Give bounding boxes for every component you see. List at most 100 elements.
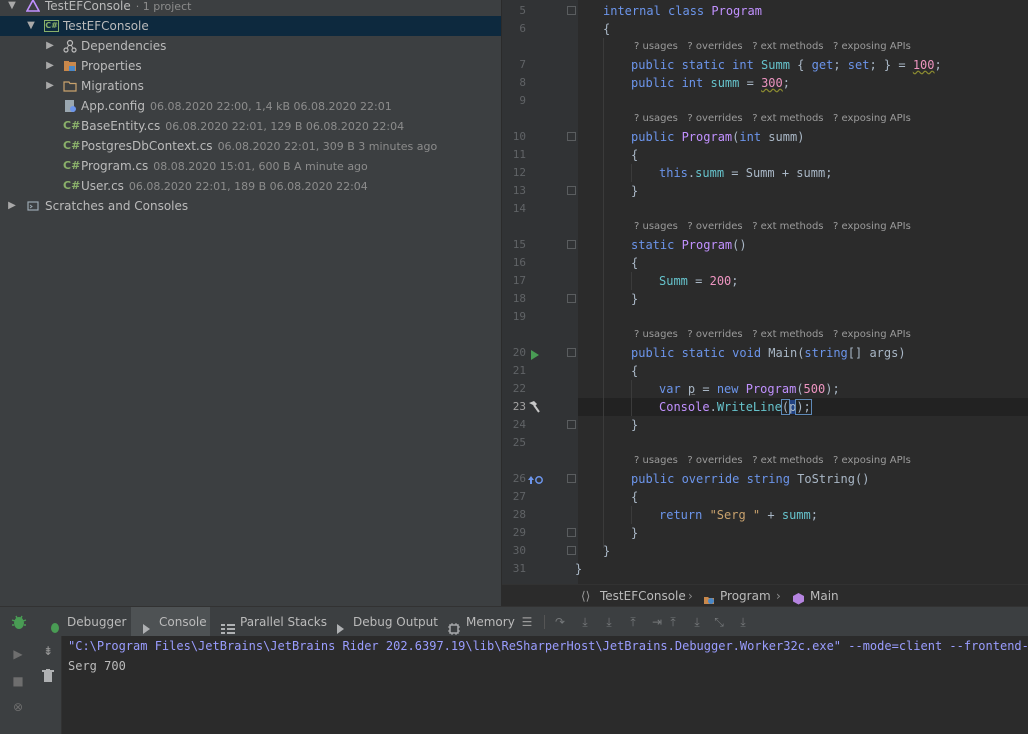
tree-row-dependencies[interactable]: ▶ Dependencies bbox=[0, 36, 501, 56]
code-line[interactable]: Console.WriteLine(p); bbox=[659, 398, 812, 416]
usages-hint[interactable]: ? usages bbox=[634, 329, 678, 340]
chevron-right-icon[interactable]: ▶ bbox=[44, 76, 56, 96]
set-next-statement-icon[interactable]: ⤒ bbox=[666, 615, 680, 629]
tree-row-project[interactable]: ▼ C# TestEFConsole bbox=[0, 16, 501, 36]
code-line[interactable]: { bbox=[603, 20, 610, 38]
exposing-apis-hint[interactable]: ? exposing APIs bbox=[833, 329, 911, 340]
code-line[interactable]: Summ = 200; bbox=[659, 272, 739, 290]
chevron-down-icon[interactable]: ▼ bbox=[6, 0, 18, 16]
breadcrumb-method[interactable]: Main bbox=[810, 585, 839, 607]
exposing-apis-hint[interactable]: ? exposing APIs bbox=[833, 41, 911, 52]
tree-row-file[interactable]: C# BaseEntity.cs 06.08.2020 22:01, 129 B … bbox=[0, 116, 501, 136]
ext-methods-hint[interactable]: ? ext methods bbox=[752, 329, 823, 340]
fold-marker-icon[interactable] bbox=[567, 186, 576, 195]
code-line[interactable]: } bbox=[603, 542, 610, 560]
fold-marker-icon[interactable] bbox=[567, 240, 576, 249]
menu-icon[interactable]: ☰ bbox=[520, 615, 534, 629]
tab-debugger[interactable]: Debugger bbox=[40, 607, 128, 637]
tab-console[interactable]: Console bbox=[131, 607, 210, 637]
step-back-icon[interactable]: ⤓ bbox=[690, 615, 704, 629]
exposing-apis-hint[interactable]: ? exposing APIs bbox=[833, 221, 911, 232]
fold-marker-icon[interactable] bbox=[567, 6, 576, 15]
tab-debug-output[interactable]: Debug Output bbox=[328, 607, 438, 637]
code-line[interactable]: } bbox=[631, 290, 638, 308]
soft-wrap-icon[interactable]: ⇟ bbox=[40, 643, 56, 659]
tab-parallel-stacks[interactable]: Parallel Stacks bbox=[214, 607, 327, 637]
chevron-right-icon[interactable]: ▶ bbox=[6, 196, 18, 216]
code-line[interactable]: public int summ = 300; bbox=[631, 74, 790, 92]
fold-marker-icon[interactable] bbox=[567, 132, 576, 141]
exposing-apis-hint[interactable]: ? exposing APIs bbox=[833, 455, 911, 466]
fold-marker-icon[interactable] bbox=[567, 420, 576, 429]
chevron-down-icon[interactable]: ▼ bbox=[25, 16, 37, 36]
code-line[interactable]: public Program(int summ) bbox=[631, 128, 804, 146]
usages-hint[interactable]: ? usages bbox=[634, 113, 678, 124]
fold-marker-icon[interactable] bbox=[567, 348, 576, 357]
breadcrumb-class[interactable]: Program bbox=[720, 585, 771, 607]
code-line[interactable]: public static int Summ { get; set; } = 1… bbox=[631, 56, 942, 74]
overrides-hint[interactable]: ? overrides bbox=[687, 221, 742, 232]
fold-marker-icon[interactable] bbox=[567, 528, 576, 537]
chevron-right-icon[interactable]: ▶ bbox=[44, 56, 56, 76]
tree-row-file[interactable]: C# Program.cs 08.08.2020 15:01, 600 B A m… bbox=[0, 156, 501, 176]
close-icon[interactable]: ⊗ bbox=[10, 699, 26, 715]
fold-marker-icon[interactable] bbox=[567, 474, 576, 483]
code-line[interactable]: return "Serg " + summ; bbox=[659, 506, 818, 524]
trash-icon[interactable] bbox=[40, 669, 56, 685]
tree-row-file[interactable]: C# User.cs 06.08.2020 22:01, 189 B 06.08.… bbox=[0, 176, 501, 196]
code-line[interactable]: { bbox=[631, 254, 638, 272]
run-icon[interactable] bbox=[530, 349, 540, 360]
tree-row-migrations[interactable]: ▶ Migrations bbox=[0, 76, 501, 96]
code-line[interactable]: } bbox=[631, 416, 638, 434]
code-line[interactable]: static Program() bbox=[631, 236, 747, 254]
tree-row-file[interactable]: C# PostgresDbContext.cs 06.08.2020 22:01,… bbox=[0, 136, 501, 156]
force-step-into-icon[interactable]: ⤓ bbox=[602, 615, 616, 629]
hammer-icon[interactable] bbox=[527, 400, 541, 414]
tree-row-scratches[interactable]: ▶ Scratches and Consoles bbox=[0, 196, 501, 216]
code-line[interactable]: var p = new Program(500); bbox=[659, 380, 840, 398]
tree-row-solution[interactable]: ▼ TestEFConsole · 1 project bbox=[0, 0, 501, 16]
code-line[interactable]: { bbox=[631, 488, 638, 506]
tree-row-file[interactable]: App.config 06.08.2020 22:00, 1,4 kB 06.08… bbox=[0, 96, 501, 116]
stop-icon[interactable]: ■ bbox=[10, 673, 26, 689]
code-line[interactable]: { bbox=[631, 362, 638, 380]
frames-icon[interactable]: ⤓ bbox=[736, 615, 750, 629]
code-line[interactable]: public static void Main(string[] args) bbox=[631, 344, 906, 362]
code-line[interactable]: { bbox=[631, 146, 638, 164]
override-icon[interactable] bbox=[527, 474, 543, 484]
fold-marker-icon[interactable] bbox=[567, 546, 576, 555]
overrides-hint[interactable]: ? overrides bbox=[687, 41, 742, 52]
step-out-icon[interactable]: ⤒ bbox=[626, 615, 640, 629]
evaluate-icon[interactable]: ⤡ bbox=[712, 615, 726, 629]
ext-methods-hint[interactable]: ? ext methods bbox=[752, 41, 823, 52]
run-to-cursor-icon[interactable]: ⇥ bbox=[650, 615, 664, 629]
exposing-apis-hint[interactable]: ? exposing APIs bbox=[833, 113, 911, 124]
code-line[interactable]: } bbox=[631, 182, 638, 200]
overrides-hint[interactable]: ? overrides bbox=[687, 455, 742, 466]
code-line[interactable]: this.summ = Summ + summ; bbox=[659, 164, 832, 182]
overrides-hint[interactable]: ? overrides bbox=[687, 329, 742, 340]
tree-row-properties[interactable]: ▶ Properties bbox=[0, 56, 501, 76]
code-line[interactable]: } bbox=[575, 560, 582, 578]
breadcrumb-project[interactable]: TestEFConsole bbox=[600, 585, 686, 607]
code-line[interactable]: internal class Program bbox=[603, 2, 762, 20]
step-over-icon[interactable]: ↷ bbox=[553, 615, 567, 629]
code-line[interactable]: public override string ToString() bbox=[631, 470, 869, 488]
tab-memory[interactable]: Memory bbox=[442, 607, 515, 637]
console-output[interactable]: "C:\Program Files\JetBrains\JetBrains Ri… bbox=[62, 636, 1028, 734]
resume-icon[interactable]: ▶ bbox=[10, 646, 26, 662]
ext-methods-hint[interactable]: ? ext methods bbox=[752, 113, 823, 124]
step-into-icon[interactable]: ⤓ bbox=[578, 615, 592, 629]
usages-hint[interactable]: ? usages bbox=[634, 221, 678, 232]
usages-hint[interactable]: ? usages bbox=[634, 455, 678, 466]
code-line[interactable]: } bbox=[631, 524, 638, 542]
fold-marker-icon[interactable] bbox=[567, 294, 576, 303]
file-meta: 06.08.2020 22:01, 309 B 3 minutes ago bbox=[217, 140, 438, 153]
chevron-right-icon[interactable]: ▶ bbox=[44, 36, 56, 56]
ext-methods-hint[interactable]: ? ext methods bbox=[752, 455, 823, 466]
code-editor[interactable]: 5 6 7 8 9 10 11 12 13 14 15 16 17 18 19 … bbox=[502, 0, 1028, 584]
debug-bug-icon[interactable] bbox=[10, 613, 28, 631]
ext-methods-hint[interactable]: ? ext methods bbox=[752, 221, 823, 232]
usages-hint[interactable]: ? usages bbox=[634, 41, 678, 52]
overrides-hint[interactable]: ? overrides bbox=[687, 113, 742, 124]
